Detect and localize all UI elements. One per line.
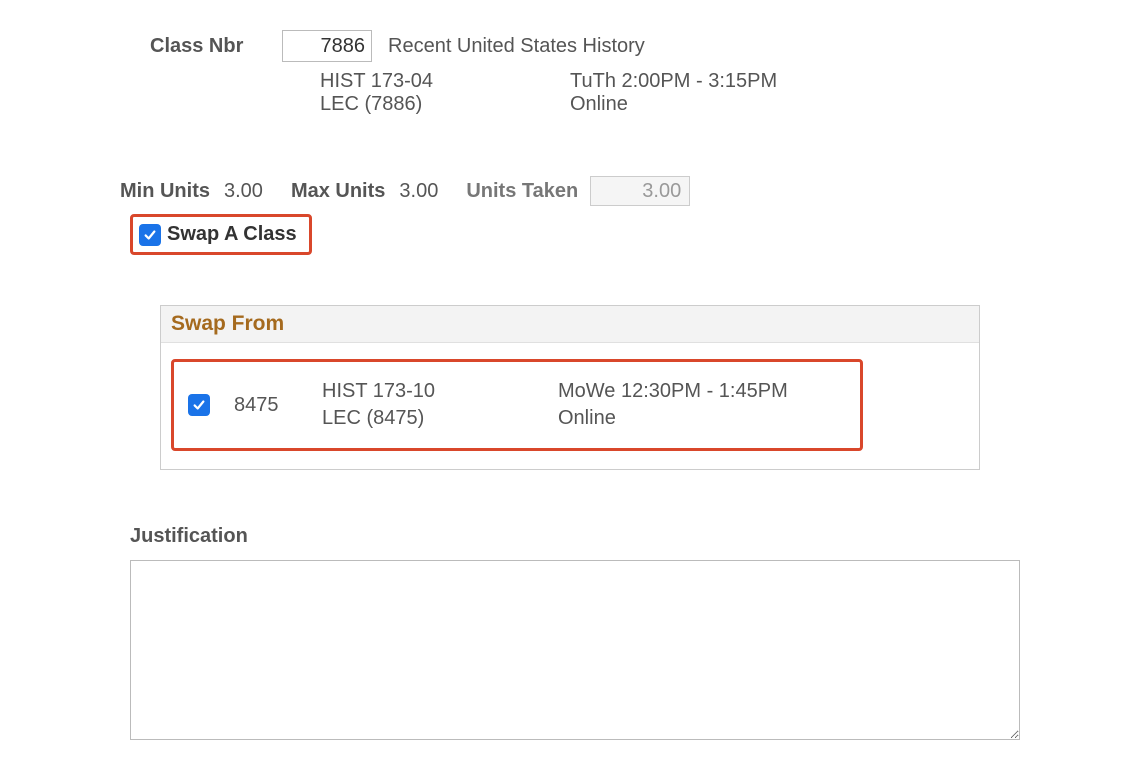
swap-a-class-toggle[interactable]: Swap A Class — [130, 214, 312, 255]
units-taken-input[interactable] — [590, 176, 690, 206]
min-units-value: 3.00 — [224, 180, 263, 203]
class-title: Recent United States History — [388, 35, 645, 58]
swap-entry-schedule: MoWe 12:30PM - 1:45PM Online — [558, 378, 788, 432]
course-section: LEC (7886) — [320, 93, 570, 116]
swap-a-class-label: Swap A Class — [167, 223, 297, 246]
class-nbr-row: Class Nbr Recent United States History — [150, 30, 1124, 62]
units-taken-label: Units Taken — [466, 180, 578, 203]
course-schedule: TuTh 2:00PM - 3:15PM — [570, 70, 850, 93]
class-nbr-input[interactable] — [282, 30, 372, 62]
swap-from-panel: Swap From 8475 HIST 173-10 LEC (8475) Mo… — [160, 305, 980, 470]
swap-course-section: LEC (8475) — [322, 405, 558, 432]
course-code: HIST 173-04 — [320, 70, 570, 93]
swap-from-entry[interactable]: 8475 HIST 173-10 LEC (8475) MoWe 12:30PM… — [171, 359, 863, 451]
swap-from-heading: Swap From — [161, 306, 979, 343]
max-units-value: 3.00 — [399, 180, 438, 203]
checkbox-checked-icon — [188, 394, 210, 416]
swap-schedule-location: Online — [558, 405, 788, 432]
max-units-label: Max Units — [291, 180, 385, 203]
class-nbr-label: Class Nbr — [150, 35, 282, 58]
course-info: HIST 173-04 LEC (7886) — [320, 70, 570, 116]
swap-from-body: 8475 HIST 173-10 LEC (8475) MoWe 12:30PM… — [161, 343, 979, 469]
course-location: Online — [570, 93, 850, 116]
min-units-label: Min Units — [120, 180, 210, 203]
swap-schedule-time: MoWe 12:30PM - 1:45PM — [558, 378, 788, 405]
swap-course-code: HIST 173-10 — [322, 378, 558, 405]
justification-textarea[interactable] — [130, 560, 1020, 740]
checkbox-checked-icon — [139, 224, 161, 246]
justification-section: Justification — [130, 525, 1124, 745]
units-row: Min Units 3.00 Max Units 3.00 Units Take… — [120, 176, 1124, 206]
swap-entry-nbr: 8475 — [234, 394, 322, 417]
class-detail-row: HIST 173-04 LEC (7886) TuTh 2:00PM - 3:1… — [320, 70, 1124, 116]
schedule-info: TuTh 2:00PM - 3:15PM Online — [570, 70, 850, 116]
justification-label: Justification — [130, 525, 1124, 548]
swap-entry-course: HIST 173-10 LEC (8475) — [322, 378, 558, 432]
